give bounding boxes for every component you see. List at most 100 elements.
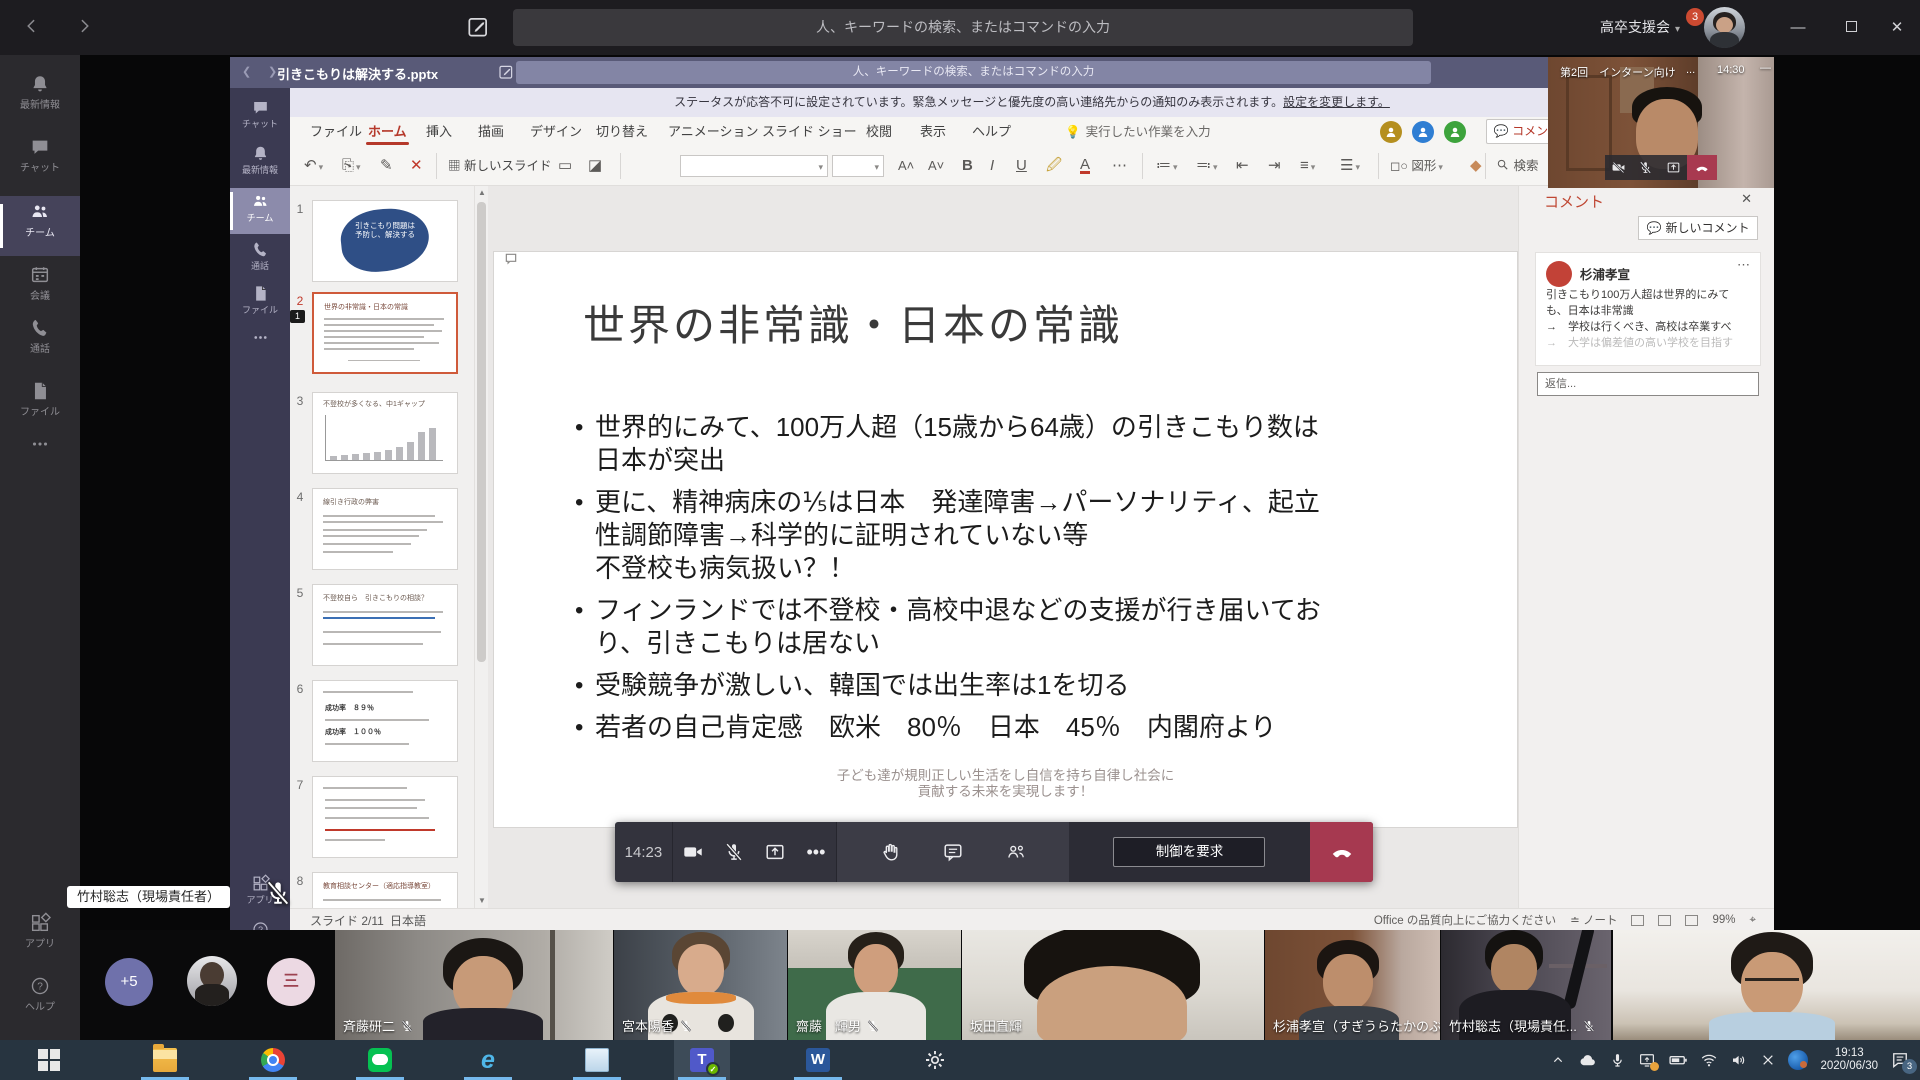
more-fonts-icon[interactable]: ⋯ (1112, 154, 1127, 178)
line-spacing-button[interactable]: ≡▾ (1300, 154, 1315, 178)
shape-fill-button[interactable]: ◆ (1470, 154, 1482, 178)
share-button[interactable] (755, 841, 796, 863)
tab-slideshow[interactable]: スライド ショー (762, 117, 857, 147)
normal-view-icon[interactable] (1631, 915, 1644, 926)
sidebar-item-apps[interactable]: アプリ (0, 912, 80, 970)
forward-icon[interactable]: ❯ (268, 65, 277, 78)
format-painter-button[interactable]: ✎ (380, 154, 393, 178)
delete-button[interactable]: ✕ (410, 154, 423, 178)
camera-off-icon[interactable] (1605, 160, 1632, 175)
taskbar-word[interactable]: W (790, 1040, 846, 1080)
fit-slide-icon[interactable]: ⌖ (1750, 914, 1756, 927)
sidebar-item-help[interactable]: ヘルプ (0, 975, 80, 1033)
search-input[interactable]: 人、キーワードの検索、またはコマンドの入力 (513, 9, 1413, 46)
tab-home[interactable]: ホーム (368, 117, 407, 147)
hangup-button[interactable] (1687, 155, 1717, 180)
avatar[interactable] (1704, 7, 1745, 48)
camera-button[interactable] (673, 841, 714, 863)
slide-thumbnail-1[interactable]: 引きこもり問題は予防し、解決する (312, 200, 458, 282)
participant-tile[interactable]: 斉藤研二 (335, 930, 613, 1040)
new-chat-icon[interactable] (465, 14, 491, 40)
mic-off-button[interactable] (714, 841, 755, 863)
new-slide-button[interactable]: ▦ 新しいスライド (448, 153, 552, 179)
taskbar-file-explorer[interactable] (137, 1040, 193, 1080)
close-icon[interactable]: ✕ (1741, 191, 1752, 207)
participant-tile[interactable]: 齋藤 輝男 (788, 930, 961, 1040)
participant-tile[interactable]: 杉浦孝宣（すぎうらたかのぶ... (1265, 930, 1440, 1040)
taskbar-teams[interactable]: T✓ (674, 1040, 730, 1080)
underline-button[interactable]: U (1016, 154, 1027, 178)
close-button[interactable]: ✕ (1874, 0, 1920, 55)
sidebar-item-teams[interactable]: チーム (230, 188, 290, 234)
tray-wifi-icon[interactable] (1700, 1051, 1718, 1069)
slide-thumbnail-5[interactable]: 不登校自ら 引きこもりの相談？ (312, 584, 458, 666)
paste-button[interactable]: ⎘▾ (342, 154, 361, 178)
presence-avatar[interactable] (1444, 121, 1466, 143)
slideshow-view-icon[interactable] (1685, 915, 1698, 926)
tab-help[interactable]: ヘルプ (972, 117, 1011, 147)
self-video-window[interactable]: 第2回 インターン向け ... 14:30 — (1548, 57, 1774, 188)
taskbar-internet-explorer[interactable]: e (460, 1040, 516, 1080)
tray-expand-icon[interactable] (1550, 1052, 1566, 1068)
mic-off-icon[interactable] (1632, 160, 1659, 175)
participant-tile[interactable] (1613, 930, 1920, 1040)
bold-button[interactable]: B (962, 154, 973, 178)
sidebar-item-teams[interactable]: チーム (0, 196, 80, 256)
comment-menu-icon[interactable]: ⋯ (1737, 257, 1750, 273)
grow-font-button[interactable]: A˄ (898, 154, 914, 178)
change-settings-link[interactable]: 設定を変更します。 (1283, 95, 1390, 109)
tray-display-icon[interactable] (1638, 1051, 1656, 1069)
slide-thumbnail-7[interactable] (312, 776, 458, 858)
tell-me-box[interactable]: 💡実行したい作業を入力 (1065, 117, 1211, 147)
sidebar-item-files[interactable]: ファイル (230, 284, 290, 328)
presence-avatar[interactable] (1412, 121, 1434, 143)
scroll-up-icon[interactable]: ▲ (475, 186, 489, 200)
tab-file[interactable]: ファイル (310, 117, 362, 147)
bullets-button[interactable]: ≔▾ (1156, 154, 1178, 178)
new-comment-button[interactable]: 💬新しいコメント (1638, 216, 1758, 240)
undo-button[interactable]: ↶▾ (304, 154, 323, 178)
slide-thumbnail-6[interactable]: 成功率 ８９％ 成功率 １００％ (312, 680, 458, 762)
quality-link[interactable]: Office の品質向上にご協力ください (1374, 912, 1556, 928)
request-control-button[interactable]: 制御を要求 (1113, 837, 1265, 867)
back-icon[interactable]: ❮ (242, 65, 251, 78)
org-switcher[interactable]: 高卒支援会▾ (1600, 17, 1680, 37)
font-color-button[interactable]: A (1080, 156, 1090, 174)
taskbar-line-app[interactable] (352, 1040, 408, 1080)
presence-avatar[interactable] (1380, 121, 1402, 143)
share-icon[interactable] (1660, 160, 1687, 175)
tray-battery-icon[interactable] (1668, 1050, 1688, 1070)
sidebar-item-chat[interactable]: チャット (0, 136, 80, 194)
reply-input[interactable]: 返信... (1537, 372, 1759, 396)
action-center-icon[interactable]: 3 (1890, 1050, 1910, 1070)
indent-button[interactable]: ⇥ (1268, 154, 1281, 178)
find-button[interactable]: 検索 (1495, 154, 1539, 178)
search-input[interactable]: 人、キーワードの検索、またはコマンドの入力 (516, 61, 1431, 84)
slide-thumbnail-4[interactable]: 線引き行政の弊害 (312, 488, 458, 570)
more-icon[interactable]: ... (1686, 64, 1695, 76)
layout-button[interactable]: ▭ (558, 154, 572, 178)
start-button[interactable] (21, 1040, 77, 1080)
highlight-button[interactable]: 🖉 (1046, 154, 1062, 178)
maximize-button[interactable] (1828, 0, 1874, 55)
sidebar-more-icon[interactable] (230, 328, 290, 372)
comment-card[interactable]: 杉浦孝宣 ⋯ 引きこもり100万人超は世界的にみて も、日本は非常識 → 学校は… (1535, 252, 1761, 366)
participant-avatar[interactable]: 三 (267, 958, 315, 1006)
sidebar-item-meetings[interactable]: 会議 (0, 264, 80, 322)
sidebar-item-files[interactable]: ファイル (0, 380, 80, 438)
more-actions-button[interactable]: ••• (796, 842, 837, 863)
slide[interactable]: 世界の非常識・日本の常識 世界的にみて、100万人超（15歳から64歳）の引きこ… (494, 252, 1517, 827)
font-size-select[interactable]: ▾ (832, 155, 884, 177)
notes-button[interactable]: ≐ ノート (1570, 912, 1617, 928)
font-name-select[interactable]: ▾ (680, 155, 828, 177)
tray-close-icon[interactable] (1760, 1052, 1776, 1068)
raise-hand-button[interactable] (879, 841, 901, 863)
tab-insert[interactable]: 挿入 (426, 117, 452, 147)
sidebar-item-chat[interactable]: チャット (230, 98, 290, 142)
participant-tile[interactable]: 竹村聡志（現場責任... (1441, 930, 1611, 1040)
slide-thumbnail-2[interactable]: 世界の非常識・日本の常識 (312, 292, 458, 374)
participants-button[interactable] (1005, 841, 1027, 863)
participant-avatar[interactable] (187, 956, 237, 1006)
sidebar-item-activity[interactable]: 最新情報 (230, 144, 290, 188)
tray-mic-icon[interactable] (1609, 1052, 1626, 1069)
